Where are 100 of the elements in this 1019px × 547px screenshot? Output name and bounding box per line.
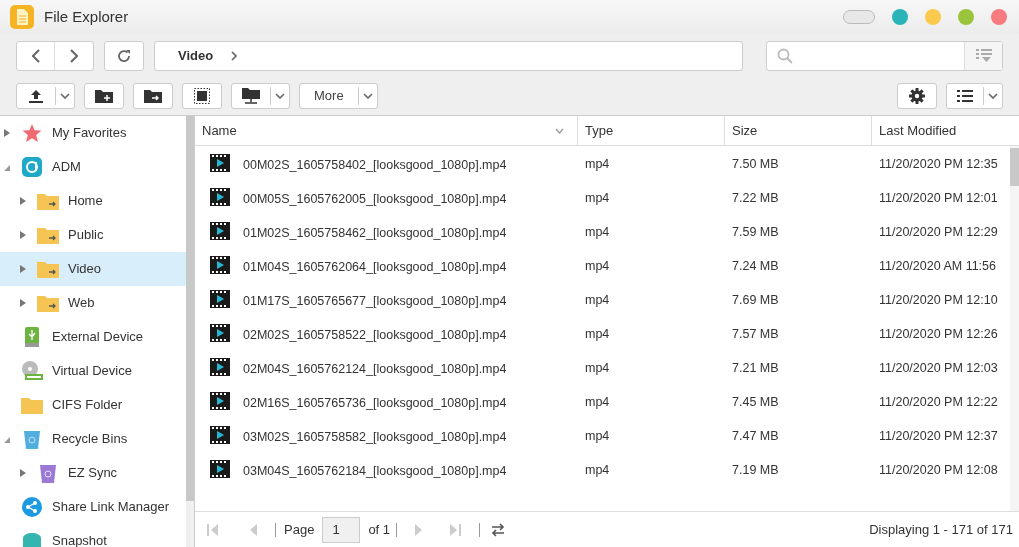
recycle-bin-icon xyxy=(23,429,41,449)
table-cell-text: mp4 xyxy=(585,360,610,377)
chevron-right-icon xyxy=(231,51,238,61)
move-folder-icon xyxy=(144,89,162,103)
tree-label: Public xyxy=(68,226,104,245)
refresh-arrows-icon[interactable] xyxy=(490,522,507,537)
collapsed-caret-icon[interactable] xyxy=(20,469,26,477)
table-cell-text: mp4 xyxy=(585,224,610,241)
database-icon xyxy=(22,533,42,547)
tree-item[interactable]: Recycle Bins xyxy=(0,422,186,456)
tree-label: Web xyxy=(68,294,95,313)
tree-item[interactable]: Video xyxy=(0,252,186,286)
page-number-field[interactable]: 1 xyxy=(322,516,361,543)
video-file-icon xyxy=(210,426,230,444)
file-row[interactable]: 00M02S_1605758402_[looksgood_1080p].mp4 mp4 7.50 MB 11/20/2020 PM 12:35 xyxy=(195,146,1010,180)
select-all-icon xyxy=(194,88,210,104)
tree-item[interactable]: Web xyxy=(0,286,186,320)
table-cell-text: 11/20/2020 PM 12:37 xyxy=(879,428,998,445)
column-header[interactable]: Type xyxy=(578,116,725,145)
table-cell-text: 11/20/2020 PM 12:08 xyxy=(879,462,998,479)
expanded-caret-icon[interactable] xyxy=(4,435,10,443)
view-mode-button[interactable] xyxy=(946,83,1003,109)
table-cell-text: 11/20/2020 PM 12:10 xyxy=(879,292,998,309)
expanded-caret-icon[interactable] xyxy=(4,163,10,171)
share-icon xyxy=(22,497,42,517)
shared-folder-icon xyxy=(37,260,59,278)
table-cell-text: mp4 xyxy=(585,258,610,275)
tree-item[interactable]: My Favorites xyxy=(0,116,186,150)
table-cell-text: mp4 xyxy=(585,428,610,445)
table-cell-text: 7.57 MB xyxy=(732,326,779,343)
shared-folder-icon xyxy=(37,294,59,312)
scrollbar-thumb[interactable] xyxy=(1010,148,1019,186)
collapsed-caret-icon[interactable] xyxy=(20,265,26,273)
star-icon xyxy=(21,123,43,143)
tree-item[interactable]: Virtual Device xyxy=(0,354,186,388)
tree-label: Share Link Manager xyxy=(52,498,170,517)
tree-label: Virtual Device xyxy=(52,362,132,381)
table-cell-text: 11/20/2020 AM 11:56 xyxy=(879,258,996,275)
column-header[interactable]: Size xyxy=(725,116,872,145)
collapsed-caret-icon[interactable] xyxy=(20,231,26,239)
path-segment[interactable]: Video xyxy=(178,46,214,66)
file-row[interactable]: 01M02S_1605758462_[looksgood_1080p].mp4 mp4 7.59 MB 11/20/2020 PM 12:29 xyxy=(195,214,1010,248)
table-cell-text: 11/20/2020 PM 12:03 xyxy=(879,360,998,377)
tree-label: External Device xyxy=(52,328,144,347)
settings-button[interactable] xyxy=(897,83,937,109)
tree-item[interactable]: CIFS Folder xyxy=(0,388,186,422)
file-row[interactable]: 01M04S_1605762064_[looksgood_1080p].mp4 mp4 7.24 MB 11/20/2020 AM 11:56 xyxy=(195,248,1010,282)
file-row[interactable]: 02M02S_1605758522_[looksgood_1080p].mp4 mp4 7.57 MB 11/20/2020 PM 12:26 xyxy=(195,316,1010,350)
table-cell-text: 02M04S_1605762124_[looksgood_1080p].mp4 xyxy=(243,361,507,379)
file-row[interactable]: 03M04S_1605762184_[looksgood_1080p].mp4 mp4 7.19 MB 11/20/2020 PM 12:08 xyxy=(195,452,1010,486)
toolbar-button[interactable] xyxy=(16,83,75,109)
table-cell-text: 00M02S_1605758402_[looksgood_1080p].mp4 xyxy=(243,157,507,175)
usb-drive-icon xyxy=(23,327,41,347)
tree-label: Home xyxy=(68,192,103,211)
tree-item[interactable]: ADM xyxy=(0,150,186,184)
toolbar-button[interactable] xyxy=(84,83,124,109)
table-cell-text: mp4 xyxy=(585,292,610,309)
folder-icon xyxy=(21,396,43,414)
table-cell-text: 11/20/2020 PM 12:26 xyxy=(879,326,998,343)
column-header[interactable]: Name xyxy=(195,116,578,145)
collapsed-caret-icon[interactable] xyxy=(4,129,10,137)
scrollbar-thumb[interactable] xyxy=(186,116,194,501)
file-row[interactable]: 01M17S_1605765677_[looksgood_1080p].mp4 mp4 7.69 MB 11/20/2020 PM 12:10 xyxy=(195,282,1010,316)
menu-button[interactable]: More xyxy=(299,83,378,109)
tree-item[interactable]: External Device xyxy=(0,320,186,354)
tree-item[interactable]: EZ Sync xyxy=(0,456,186,490)
toolbar-button[interactable] xyxy=(231,83,290,109)
file-row[interactable]: 00M05S_1605762005_[looksgood_1080p].mp4 mp4 7.22 MB 11/20/2020 PM 12:01 xyxy=(195,180,1010,214)
column-header[interactable]: Last Modified xyxy=(872,116,1019,145)
page-label: Page xyxy=(284,520,315,539)
shared-folder-icon xyxy=(37,226,59,244)
tree-item[interactable]: Home xyxy=(0,184,186,218)
upload-icon xyxy=(28,89,44,103)
toolbar-button[interactable] xyxy=(133,83,173,109)
tree-label: EZ Sync xyxy=(68,464,118,483)
file-row[interactable]: 02M04S_1605762124_[looksgood_1080p].mp4 mp4 7.21 MB 11/20/2020 PM 12:03 xyxy=(195,350,1010,384)
chevron-down-icon xyxy=(362,93,373,99)
table-cell-text: 7.22 MB xyxy=(732,190,779,207)
tree-label: CIFS Folder xyxy=(52,396,123,415)
table-cell-text: 7.69 MB xyxy=(732,292,779,309)
tree-item[interactable]: Public xyxy=(0,218,186,252)
table-cell-text: 02M02S_1605758522_[looksgood_1080p].mp4 xyxy=(243,327,507,345)
chevron-down-icon xyxy=(988,93,998,99)
file-row[interactable]: 03M02S_1605758582_[looksgood_1080p].mp4 mp4 7.47 MB 11/20/2020 PM 12:37 xyxy=(195,418,1010,452)
refresh-button[interactable] xyxy=(104,41,144,71)
video-file-icon xyxy=(210,358,230,376)
collapsed-caret-icon[interactable] xyxy=(20,299,26,307)
search-icon xyxy=(777,48,793,64)
sort-chevron-icon xyxy=(555,127,564,134)
table-cell-text: 01M04S_1605762064_[looksgood_1080p].mp4 xyxy=(243,259,507,277)
table-cell-text: 02M16S_1605765736_[looksgood_1080p].mp4 xyxy=(243,395,507,413)
path-bar[interactable]: Video xyxy=(154,41,743,71)
video-file-icon xyxy=(210,324,230,342)
toolbar-button[interactable] xyxy=(182,83,222,109)
collapsed-caret-icon[interactable] xyxy=(20,197,26,205)
tree-item[interactable]: Share Link Manager xyxy=(0,490,186,524)
table-cell-text: 7.24 MB xyxy=(732,258,779,275)
display-count: Displaying 1 - 171 of 171 xyxy=(869,520,1013,539)
file-row[interactable]: 02M16S_1605765736_[looksgood_1080p].mp4 mp4 7.45 MB 11/20/2020 PM 12:22 xyxy=(195,384,1010,418)
app-logo-icon xyxy=(10,5,34,29)
